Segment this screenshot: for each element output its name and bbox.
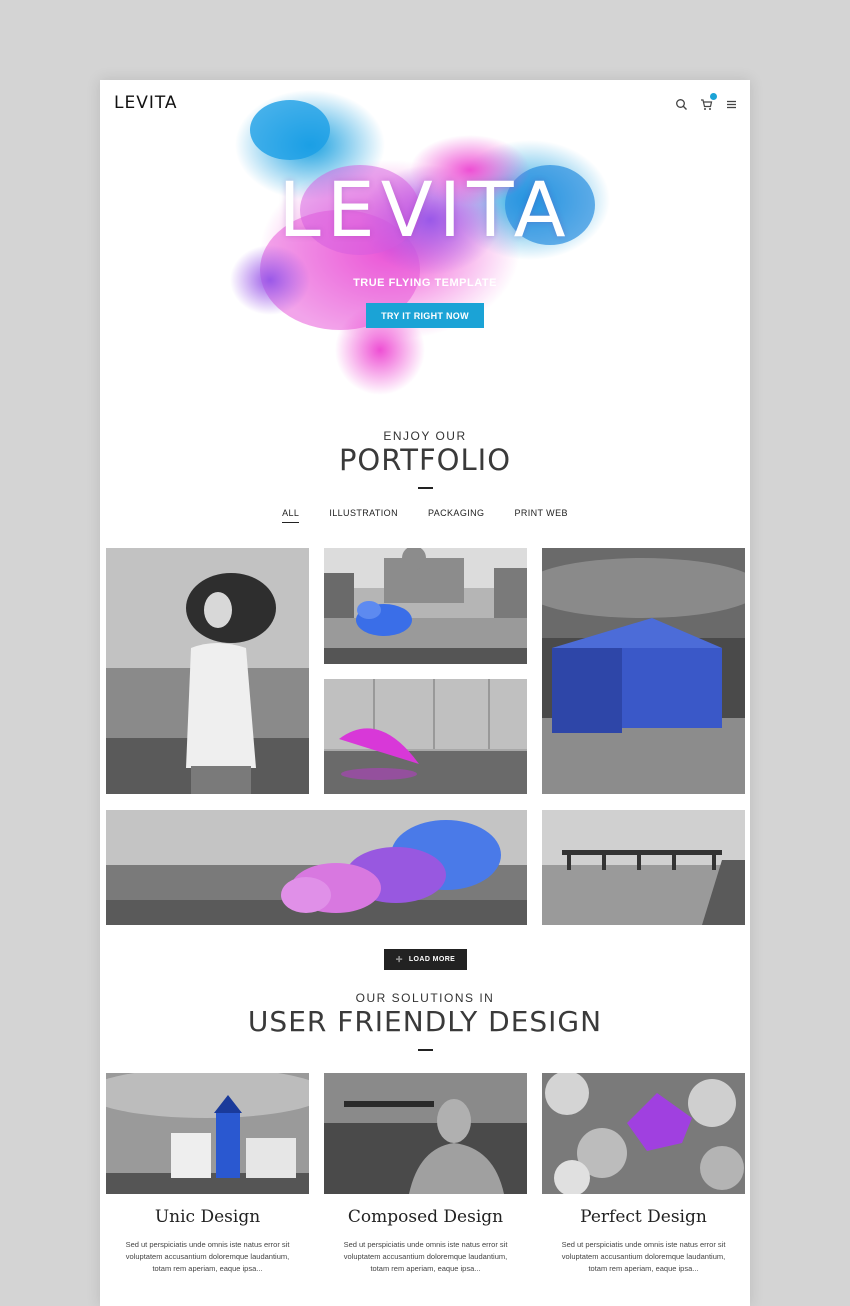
solution-image-man [324,1073,527,1194]
hero-title: LEVITA [278,165,572,254]
load-more-label: LOAD MORE [408,956,456,963]
portfolio-item-blue-hut[interactable] [542,548,745,794]
hero-subtitle: TRUE FLYING TEMPLATE [353,277,497,289]
portfolio-kicker: ENJOY OUR [383,429,467,443]
filter-print-web[interactable]: PRINT WEB [514,508,567,523]
portfolio-filters: ALL ILLUSTRATION PACKAGING PRINT WEB [100,508,750,523]
solution-image-lighthouse [106,1073,309,1194]
card-title-perfect: Perfect Design [580,1207,707,1227]
search-icon[interactable] [675,98,688,111]
cart-count-badge [710,93,717,100]
solutions-divider [418,1049,433,1051]
website-preview: LEVITA TRUE FLYING TEMPLATE TRY IT RIGHT… [100,80,750,1306]
portfolio-item-pier[interactable] [542,810,745,925]
try-it-button[interactable]: TRY IT RIGHT NOW [366,303,484,328]
cart-icon[interactable] [700,93,717,111]
card-text-composed: Sed ut perspiciatis unde omnis iste natu… [343,1240,508,1273]
plus-icon: ✛ [395,955,403,964]
menu-icon[interactable] [725,98,738,111]
card-title-unic: Unic Design [154,1207,261,1227]
filter-all[interactable]: ALL [282,508,300,523]
portfolio-item-umbrella[interactable] [324,679,527,794]
portfolio-item-venice-bird[interactable] [324,548,527,664]
card-text-unic: Sed ut perspiciatis unde omnis iste natu… [125,1240,290,1273]
filter-illustration[interactable]: ILLUSTRATION [329,508,398,523]
solutions-title: USER FRIENDLY DESIGN [247,1005,603,1038]
solution-image-leaves [542,1073,745,1194]
portfolio-item-woman[interactable] [106,548,309,794]
filter-packaging[interactable]: PACKAGING [428,508,484,523]
solutions-kicker: OUR SOLUTIONS IN [355,991,495,1005]
card-text-perfect: Sed ut perspiciatis unde omnis iste natu… [561,1240,726,1273]
header-actions [675,93,738,111]
portfolio-item-ink-cloud[interactable] [106,810,527,925]
site-logo[interactable]: LEVITA [114,93,178,113]
card-title-composed: Composed Design [347,1207,504,1227]
load-more-button[interactable]: ✛ LOAD MORE [384,949,467,970]
portfolio-title: PORTFOLIO [338,443,512,477]
title-divider [418,487,433,489]
hero-section: LEVITA TRUE FLYING TEMPLATE TRY IT RIGHT… [100,80,750,410]
